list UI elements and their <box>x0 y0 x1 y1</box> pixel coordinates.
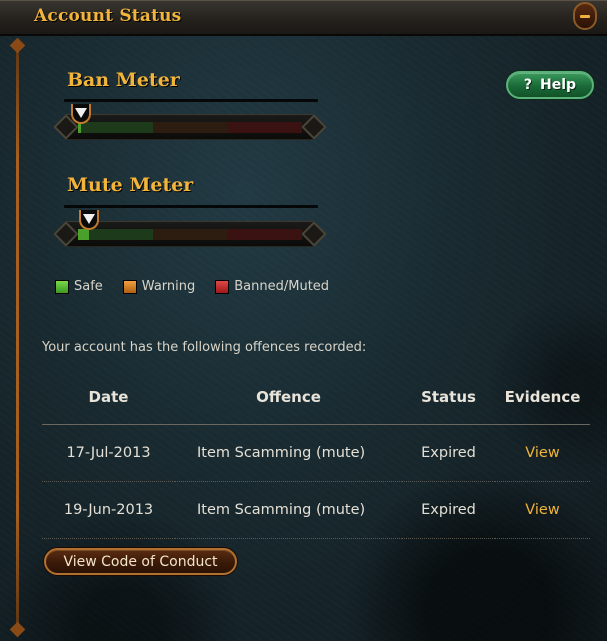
offence-type: Item Scamming (mute) <box>175 481 402 539</box>
safe-swatch <box>55 279 69 294</box>
mute-meter-topline <box>64 205 318 208</box>
warning-swatch <box>122 279 137 294</box>
view-evidence-link[interactable]: View <box>525 502 559 518</box>
warning-segment <box>152 122 228 133</box>
table-row: 17-Jul-2013 Item Scamming (mute) Expired… <box>42 424 590 482</box>
meter-cap-right <box>301 114 327 140</box>
title-bar: Account Status <box>0 0 607 36</box>
offence-status: Expired <box>402 481 495 539</box>
mute-meter-track <box>78 229 303 240</box>
table-row: 19-Jun-2013 Item Scamming (mute) Expired… <box>42 481 590 539</box>
meter-cap-left <box>53 221 79 247</box>
legend-label: Safe <box>74 279 103 294</box>
mute-meter-title: Mute Meter <box>67 174 194 196</box>
offences-table: Date Offence Status Evidence 17-Jul-2013… <box>42 370 590 539</box>
ban-meter-marker-icon <box>69 104 93 128</box>
ban-meter-track <box>78 122 303 133</box>
mute-meter-marker-icon <box>77 210 101 234</box>
offence-status: Expired <box>402 424 495 482</box>
legend-label: Warning <box>141 279 196 294</box>
column-header-status: Status <box>402 370 495 425</box>
meter-cap-right <box>301 221 327 247</box>
view-code-of-conduct-button[interactable]: View Code of Conduct <box>44 548 237 575</box>
table-header-row: Date Offence Status Evidence <box>42 370 590 425</box>
decorative-rail <box>16 44 19 629</box>
view-evidence-link[interactable]: View <box>525 445 559 461</box>
column-header-offence: Offence <box>175 370 402 425</box>
help-button[interactable]: ? Help <box>506 71 594 99</box>
window-title: Account Status <box>34 6 182 26</box>
legend-label: Banned/Muted <box>234 279 330 294</box>
mute-meter <box>53 221 327 247</box>
offence-date: 19-Jun-2013 <box>42 481 175 539</box>
meter-legend: Safe Warning Banned/Muted <box>55 279 329 294</box>
column-header-evidence: Evidence <box>495 370 590 425</box>
banned-muted-swatch <box>215 279 230 294</box>
offences-intro: Your account has the following offences … <box>42 340 367 355</box>
banned-segment <box>227 122 303 133</box>
ban-meter <box>53 114 327 140</box>
question-mark-icon: ? <box>523 77 533 93</box>
collapse-button[interactable] <box>573 2 597 30</box>
offence-type: Item Scamming (mute) <box>175 424 402 482</box>
banned-segment <box>227 229 303 240</box>
legend-item-safe: Safe <box>55 279 103 294</box>
account-status-window: Account Status Ban Meter ? Help Mute Met… <box>0 0 607 641</box>
ban-meter-title: Ban Meter <box>67 69 180 91</box>
warning-segment <box>152 229 228 240</box>
help-button-label: Help <box>540 77 577 93</box>
rail-cap-bottom <box>9 621 26 638</box>
legend-item-banned-muted: Banned/Muted <box>215 279 329 294</box>
offence-date: 17-Jul-2013 <box>42 424 175 482</box>
legend-item-warning: Warning <box>122 279 196 294</box>
rail-cap-top <box>9 37 26 54</box>
ban-meter-topline <box>64 99 318 102</box>
column-header-date: Date <box>42 370 175 425</box>
